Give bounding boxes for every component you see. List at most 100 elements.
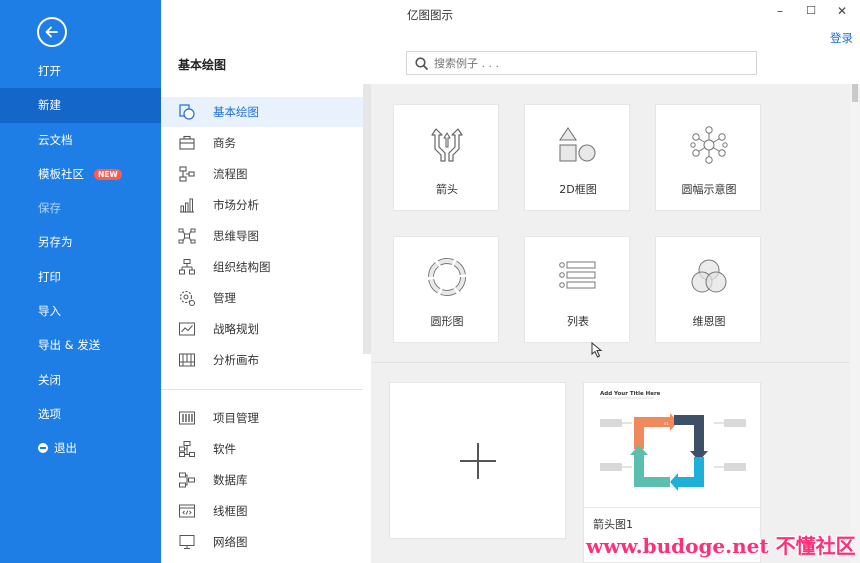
sidebar-item-open[interactable]: 打开 [0, 54, 161, 88]
sidebar-item-import[interactable]: 导入 [0, 294, 161, 328]
sidebar-item-label: 导入 [38, 304, 61, 319]
sidebar-item-template-community[interactable]: 模板社区 NEW [0, 157, 161, 191]
maximize-button[interactable]: ☐ [803, 4, 819, 17]
category-project-management[interactable]: 项目管理 [161, 403, 363, 433]
sidebar-item-label: 打开 [38, 64, 61, 78]
category-basic-drawing[interactable]: 基本绘图 [161, 97, 363, 127]
venn-icon [691, 259, 727, 293]
category-label: 基本绘图 [213, 105, 259, 119]
thumbnail-title: Add Your Title Here [600, 391, 661, 397]
sidebar-item-print[interactable]: 打印 [0, 260, 161, 294]
tile-label: 维恩图 [692, 315, 726, 328]
category-list: 基本绘图 商务 流程图 市场分析 思维导图 组织结构图 管理 战略规划 分析画布… [161, 84, 363, 563]
category-label: 数据库 [213, 473, 248, 487]
search-input[interactable] [434, 56, 734, 70]
search-box[interactable] [406, 51, 757, 75]
circular-diagram-icon [428, 258, 466, 296]
category-label: 战略规划 [213, 322, 259, 336]
sidebar-item-new[interactable]: 新建 [0, 88, 161, 123]
category-mindmap[interactable]: 思维导图 [161, 221, 363, 251]
category-management[interactable]: 管理 [161, 283, 363, 313]
svg-text:02: 02 [676, 440, 680, 444]
category-business[interactable]: 商务 [161, 128, 363, 158]
new-badge: NEW [94, 168, 122, 180]
project-icon [178, 409, 196, 427]
tile-venn-diagram[interactable]: 维恩图 [655, 236, 761, 343]
category-divider [161, 389, 363, 390]
category-wireframe[interactable]: 线框图 [161, 496, 363, 526]
category-label: 分析画布 [213, 353, 259, 367]
sidebar-item-options[interactable]: 选项 [0, 397, 161, 431]
category-label: 流程图 [213, 167, 248, 181]
briefcase-icon [178, 134, 196, 152]
tile-radial-diagram[interactable]: 圆幅示意图 [655, 104, 761, 211]
shapes-2d-icon [558, 127, 596, 162]
tile-label: 圆幅示意图 [681, 183, 737, 196]
sidebar-item-close[interactable]: 关闭 [0, 363, 161, 397]
sidebar-item-label: 退出 [54, 441, 77, 456]
sidebar-item-cloud-docs[interactable]: 云文档 [0, 123, 161, 157]
sidebar-item-label: 另存为 [38, 235, 73, 250]
sidebar-item-save[interactable]: 保存 [0, 191, 161, 225]
content-divider [371, 362, 850, 363]
database-icon [178, 471, 196, 489]
category-org-chart[interactable]: 组织结构图 [161, 252, 363, 282]
sidebar-item-save-as[interactable]: 另存为 [0, 225, 161, 259]
svg-text:01: 01 [664, 422, 668, 426]
strategy-icon [178, 320, 196, 338]
back-button[interactable] [37, 17, 67, 47]
template-gallery: 箭头 2D框图 圆幅示意图 圆形图 列表 维恩图 Add Your Title … [371, 84, 850, 563]
category-label: 思维导图 [213, 229, 259, 243]
svg-text:03: 03 [658, 460, 662, 464]
sidebar-item-label: 云文档 [38, 132, 73, 147]
tile-label: 箭头 [436, 183, 458, 196]
canvas-icon [178, 351, 196, 369]
network-icon [178, 533, 196, 551]
category-strategy[interactable]: 战略规划 [161, 314, 363, 344]
tile-2d-shapes[interactable]: 2D框图 [524, 104, 630, 211]
search-icon [415, 56, 428, 70]
scrollbar-thumb[interactable] [852, 84, 858, 102]
wireframe-icon [178, 502, 196, 520]
sidebar-item-label: 新建 [38, 98, 61, 113]
gear-icon [178, 289, 196, 307]
exit-icon [38, 443, 48, 454]
category-flowchart[interactable]: 流程图 [161, 159, 363, 189]
arrows-icon [431, 128, 463, 162]
close-button[interactable]: ✕ [834, 4, 850, 18]
category-label: 网络图 [213, 535, 248, 549]
category-database[interactable]: 数据库 [161, 465, 363, 495]
login-link[interactable]: 登录 [830, 30, 853, 46]
sidebar-item-exit[interactable]: 退出 [0, 431, 161, 465]
title-bar: 亿图图示 – ☐ ✕ [161, 0, 860, 30]
category-analysis-canvas[interactable]: 分析画布 [161, 345, 363, 375]
category-scrollbar[interactable] [363, 84, 371, 354]
flowchart-icon [178, 165, 196, 183]
tile-arrows[interactable]: 箭头 [393, 104, 499, 211]
category-label: 市场分析 [213, 198, 259, 212]
sidebar: 打开 新建 云文档 模板社区 NEW 保存 另存为 打印 导入 导出 & 发送 关… [0, 0, 161, 563]
category-network[interactable]: 网络图 [161, 527, 363, 557]
sidebar-item-label: 关闭 [38, 372, 61, 387]
category-label: 管理 [213, 291, 236, 305]
category-market-analysis[interactable]: 市场分析 [161, 190, 363, 220]
tile-label: 圆形图 [430, 315, 464, 328]
minimize-button[interactable]: – [772, 4, 788, 18]
sidebar-item-label: 打印 [38, 269, 61, 284]
sidebar-item-label: 选项 [38, 406, 61, 421]
tile-circular-diagram[interactable]: 圆形图 [393, 236, 499, 343]
watermark: www.budoge.net 不懂社区 [586, 534, 856, 558]
sidebar-item-export-send[interactable]: 导出 & 发送 [0, 328, 161, 362]
category-software[interactable]: 软件 [161, 434, 363, 464]
tile-list[interactable]: 列表 [524, 236, 630, 343]
software-icon [178, 440, 196, 458]
sidebar-item-label: 导出 & 发送 [38, 338, 101, 353]
category-label: 线框图 [213, 504, 248, 518]
sidebar-item-label: 模板社区 [38, 166, 84, 181]
gallery-scrollbar[interactable] [850, 84, 860, 563]
arrow-left-icon [45, 26, 58, 38]
category-label: 组织结构图 [213, 260, 271, 274]
radial-diagram-icon [690, 126, 728, 164]
template-thumbnail: Add Your Title Here 01020304 [600, 391, 746, 491]
new-blank-diagram-button[interactable] [389, 382, 566, 539]
